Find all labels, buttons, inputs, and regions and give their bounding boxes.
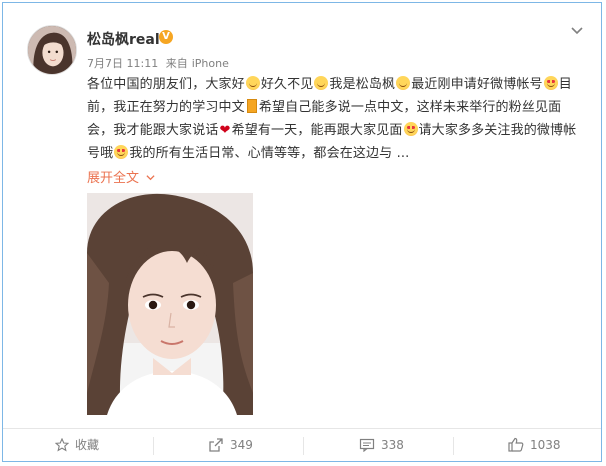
book-emoji-icon: [246, 99, 257, 113]
share-icon: [209, 438, 223, 452]
laugh-emoji-icon: [396, 76, 411, 90]
post-text-segment: 好久不见: [260, 77, 314, 92]
repost-count: 349: [230, 438, 253, 452]
post-source-prefix: 来自: [165, 57, 188, 70]
post-action-bar: 收藏 349 338 1038: [3, 428, 601, 462]
post-date[interactable]: 7月7日 11:11: [87, 57, 158, 70]
post-meta: 7月7日 11:11 来自 iPhone: [87, 55, 233, 71]
chevron-down-icon: [145, 171, 156, 186]
post-text-segment: 我的所有生活日常、心情等等，都会在这边与 ...: [129, 146, 410, 161]
like-button[interactable]: 1038: [508, 429, 561, 462]
chevron-down-icon[interactable]: [569, 23, 585, 37]
grinning-emoji-icon: [245, 76, 260, 90]
favorite-label: 收藏: [75, 438, 100, 452]
divider: [453, 437, 454, 455]
post-text-segment: 最近刚申请好微博帐号: [411, 77, 543, 92]
post-text-segment: 我是松岛枫: [329, 77, 396, 92]
expand-label: 展开全文: [87, 171, 140, 186]
heart-eyes-emoji-icon: [403, 122, 418, 136]
comment-icon: [359, 438, 375, 453]
thumbs-up-icon: [508, 437, 524, 452]
post-text-segment: 各位中国的朋友们，大家好: [87, 77, 245, 92]
smile-emoji-icon: [314, 76, 329, 90]
heart-eyes-emoji-icon: [543, 76, 558, 90]
username[interactable]: 松岛枫real: [87, 29, 160, 49]
favorite-button[interactable]: 收藏: [54, 429, 100, 462]
post-image[interactable]: [87, 193, 253, 415]
star-icon: [54, 437, 70, 452]
repost-button[interactable]: 349: [208, 429, 253, 462]
comment-button[interactable]: 338: [359, 429, 404, 462]
post-text: 各位中国的朋友们，大家好 好久不见 我是松岛枫 最近刚申请好微博帐号 目前，我正在努力的…: [87, 73, 587, 165]
comment-count: 338: [381, 438, 404, 452]
divider: [153, 437, 154, 455]
post-source[interactable]: iPhone: [192, 57, 229, 70]
heart-icon: ❤: [219, 123, 231, 138]
divider: [303, 437, 304, 455]
post-text-segment: 希望有一天，能再跟大家见面: [231, 123, 403, 138]
like-count: 1038: [530, 438, 561, 452]
expand-full-text-link[interactable]: 展开全文: [87, 167, 156, 186]
avatar[interactable]: [27, 25, 77, 75]
verified-badge-icon: V: [159, 30, 173, 44]
weibo-post-card: 松岛枫real V 7月7日 11:11 来自 iPhone 各位中国的朋友们，大…: [2, 2, 602, 462]
heart-eyes-emoji-icon: [114, 145, 129, 159]
